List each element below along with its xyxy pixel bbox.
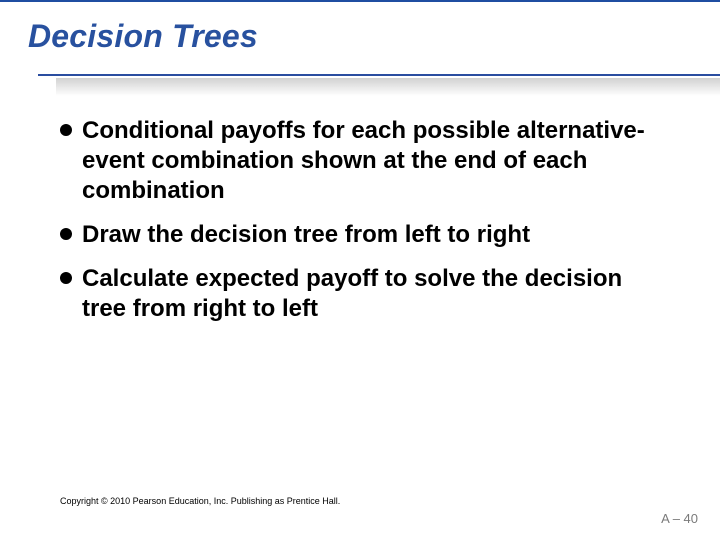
bullet-text: Calculate expected payoff to solve the d…	[82, 264, 672, 324]
top-border	[0, 0, 720, 2]
slide: Decision Trees Conditional payoffs for e…	[0, 0, 720, 540]
list-item: Conditional payoffs for each possible al…	[60, 116, 672, 206]
bullet-icon	[60, 228, 72, 240]
bullet-list: Conditional payoffs for each possible al…	[60, 116, 672, 338]
list-item: Calculate expected payoff to solve the d…	[60, 264, 672, 324]
bullet-text: Conditional payoffs for each possible al…	[82, 116, 672, 206]
slide-title: Decision Trees	[28, 18, 258, 55]
title-underline-line	[38, 74, 720, 76]
bullet-text: Draw the decision tree from left to righ…	[82, 220, 530, 250]
page-number: A – 40	[661, 511, 698, 526]
bullet-icon	[60, 124, 72, 136]
title-underline	[0, 74, 720, 76]
copyright-text: Copyright © 2010 Pearson Education, Inc.…	[60, 496, 340, 506]
list-item: Draw the decision tree from left to righ…	[60, 220, 672, 250]
bullet-icon	[60, 272, 72, 284]
title-underline-shadow	[56, 78, 720, 96]
